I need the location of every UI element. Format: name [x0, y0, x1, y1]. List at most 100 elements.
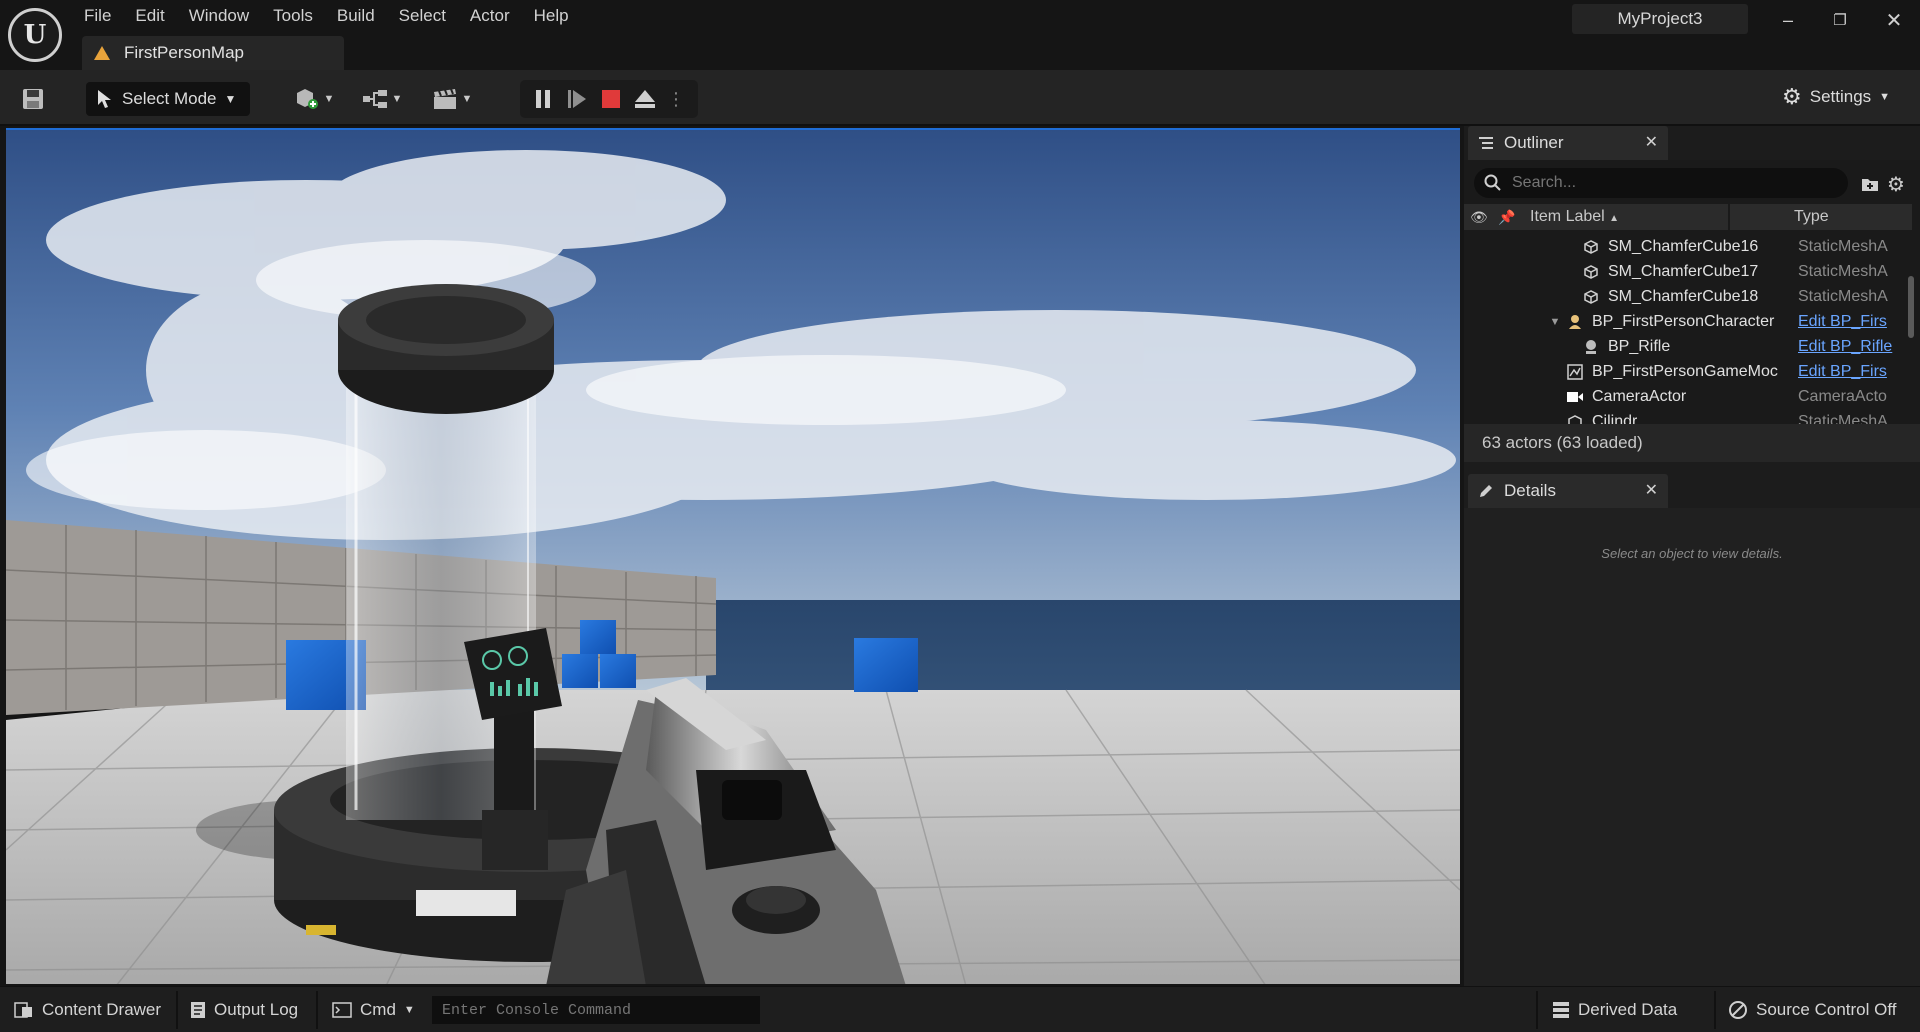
pause-icon[interactable] [528, 84, 558, 114]
list-item[interactable]: SM_ChamferCube16 StaticMeshA [1464, 234, 1904, 259]
derived-data-label: Derived Data [1578, 1000, 1678, 1019]
cmd-dropdown[interactable]: Cmd ▼ [322, 987, 425, 1032]
log-icon [191, 1002, 205, 1018]
derived-data-button[interactable]: Derived Data [1542, 987, 1687, 1032]
row-type: StaticMeshA [1798, 412, 1888, 425]
close-window-icon[interactable]: ✕ [1874, 6, 1914, 34]
column-item-label[interactable]: Item Label ▲ [1530, 208, 1619, 226]
row-type-link[interactable]: Edit BP_Rifle [1798, 338, 1902, 356]
outliner-header: 👁 📌 Item Label ▲ Type [1464, 204, 1912, 230]
save-icon[interactable] [18, 84, 48, 114]
chevron-down-icon: ▼ [391, 93, 403, 105]
outliner-list: SM_ChamferCube16 StaticMeshA SM_ChamferC… [1464, 234, 1904, 424]
chevron-down-icon: ▼ [224, 92, 237, 106]
clapperboard-icon [433, 88, 456, 109]
list-item[interactable]: CameraActor CameraActo [1464, 384, 1904, 409]
content-drawer-button[interactable]: Content Drawer [4, 987, 171, 1032]
status-bar: Content Drawer Output Log Cmd ▼ Derived … [0, 986, 1920, 1032]
row-label: CameraActor [1592, 387, 1687, 405]
list-item[interactable]: SM_ChamferCube17 StaticMeshA [1464, 259, 1904, 284]
row-type: StaticMeshA [1798, 237, 1888, 255]
stop-icon[interactable] [596, 84, 626, 114]
source-control-button[interactable]: Source Control Off [1718, 987, 1906, 1032]
close-icon[interactable]: ✕ [1645, 132, 1658, 152]
menu-edit[interactable]: Edit [123, 0, 176, 32]
outliner-search[interactable] [1474, 168, 1848, 198]
viewport-scene[interactable] [6, 130, 1460, 984]
menu-select[interactable]: Select [387, 0, 458, 32]
console-command-input[interactable] [432, 996, 760, 1024]
row-type-link[interactable]: Edit BP_Firs [1798, 363, 1902, 381]
outliner-icon [1479, 137, 1493, 149]
outliner-scrollbar[interactable] [1908, 276, 1914, 338]
menu-actor[interactable]: Actor [458, 0, 522, 32]
restore-icon[interactable]: ❐ [1820, 6, 1860, 34]
pin-icon[interactable]: 📌 [1498, 209, 1515, 226]
row-label: BP_Rifle [1608, 337, 1671, 355]
right-panel: Outliner ✕ ⚙ 👁 📌 Item Label ▲ Type SM_Ch… [1464, 126, 1920, 986]
main-toolbar: Select Mode ▼ ▼ ▼ ▼ ⋮ ⚙ Settings ▼ [0, 70, 1920, 126]
chevron-down-icon: ▼ [323, 93, 335, 105]
row-type: StaticMeshA [1798, 287, 1888, 305]
level-viewport[interactable] [6, 128, 1460, 984]
list-item[interactable]: ▼ BP_FirstPersonCharacter Edit BP_Firs [1464, 309, 1904, 334]
search-input[interactable] [1512, 174, 1812, 192]
row-label: BP_FirstPersonCharacter [1592, 312, 1775, 330]
row-type-link[interactable]: Edit BP_Firs [1798, 313, 1902, 331]
divider [1714, 991, 1716, 1029]
static-mesh-icon [1582, 264, 1600, 280]
outliner-panel: ⚙ 👁 📌 Item Label ▲ Type SM_ChamferCube16… [1464, 160, 1920, 424]
settings-button[interactable]: ⚙ Settings ▼ [1782, 84, 1890, 110]
project-name: MyProject3 [1572, 4, 1748, 34]
details-panel: Select an object to view details. [1464, 508, 1920, 986]
unreal-logo-icon[interactable]: U [8, 8, 62, 62]
more-options-icon[interactable]: ⋮ [666, 84, 686, 114]
list-item[interactable]: BP_FirstPersonGameMoc Edit BP_Firs [1464, 359, 1904, 384]
source-control-off-icon [1729, 1001, 1747, 1019]
add-folder-icon[interactable] [1858, 172, 1882, 196]
menu-tools[interactable]: Tools [261, 0, 325, 32]
list-item[interactable]: Cilindr StaticMeshA [1464, 409, 1904, 424]
column-divider[interactable] [1728, 204, 1730, 230]
details-title: Details [1504, 481, 1556, 500]
cinematics-button[interactable]: ▼ [428, 82, 476, 116]
static-mesh-icon [1566, 414, 1584, 424]
expand-arrow-icon[interactable]: ▼ [1546, 314, 1564, 330]
row-label: SM_ChamferCube17 [1608, 262, 1759, 280]
settings-label: Settings [1809, 87, 1872, 106]
output-log-button[interactable]: Output Log [180, 987, 308, 1032]
pencil-icon [1480, 485, 1492, 497]
select-mode-dropdown[interactable]: Select Mode ▼ [86, 82, 250, 116]
close-icon[interactable]: ✕ [1645, 480, 1658, 500]
blueprint-button[interactable]: ▼ [358, 82, 406, 116]
blueprint-icon [362, 90, 387, 108]
tab-outliner[interactable]: Outliner ✕ [1468, 126, 1668, 160]
chevron-down-icon: ▼ [403, 1004, 415, 1016]
add-actor-button[interactable]: ▼ [290, 82, 338, 116]
tab-first-person-map[interactable]: FirstPersonMap [82, 36, 344, 70]
derived-data-icon [1553, 1002, 1569, 1018]
column-type[interactable]: Type [1794, 208, 1829, 226]
gear-icon: ⚙ [1782, 84, 1802, 109]
list-item[interactable]: SM_ChamferCube18 StaticMeshA [1464, 284, 1904, 309]
visibility-eye-icon[interactable]: 👁 [1470, 209, 1488, 226]
static-mesh-icon [1582, 289, 1600, 305]
minimize-icon[interactable]: – [1768, 6, 1808, 34]
frame-skip-icon[interactable] [562, 84, 592, 114]
menu-window[interactable]: Window [177, 0, 261, 32]
menu-file[interactable]: File [72, 0, 123, 32]
eject-icon[interactable] [630, 84, 660, 114]
play-controls: ⋮ [520, 80, 698, 118]
gear-icon[interactable]: ⚙ [1884, 172, 1908, 196]
static-mesh-icon [1582, 239, 1600, 255]
actor-icon [1582, 339, 1600, 355]
menu-help[interactable]: Help [522, 0, 581, 32]
list-item[interactable]: BP_Rifle Edit BP_Rifle [1464, 334, 1904, 359]
content-drawer-label: Content Drawer [42, 1000, 162, 1019]
sort-asc-icon: ▲ [1609, 213, 1620, 224]
row-label: SM_ChamferCube18 [1608, 287, 1759, 305]
menu-build[interactable]: Build [325, 0, 387, 32]
tab-details[interactable]: Details ✕ [1468, 474, 1668, 508]
chevron-down-icon: ▼ [1879, 91, 1891, 103]
divider [316, 991, 318, 1029]
